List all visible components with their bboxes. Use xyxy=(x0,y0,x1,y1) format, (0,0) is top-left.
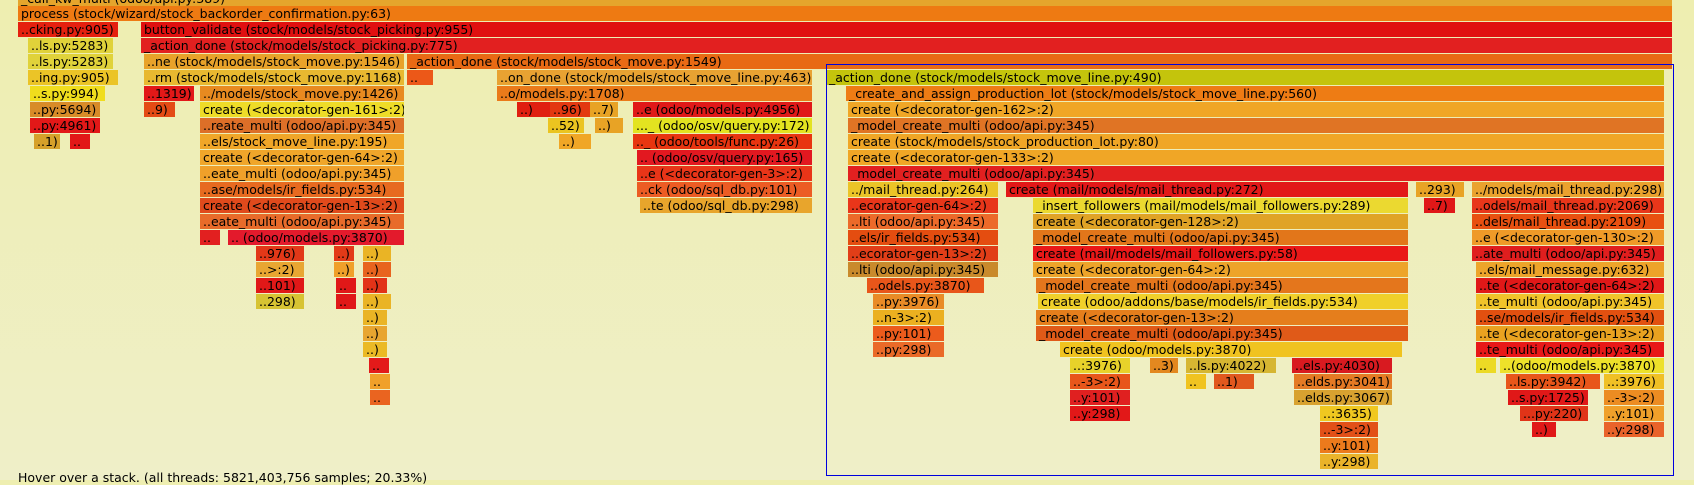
stack-frame[interactable]: .. xyxy=(70,134,90,149)
status-bar: Hover over a stack. (all threads: 5821,4… xyxy=(18,470,428,485)
stack-frame[interactable]: .. xyxy=(370,374,390,389)
stack-frame[interactable]: .. xyxy=(369,358,389,373)
stack-frame[interactable]: create (<decorator-gen-161>:2) xyxy=(200,102,404,117)
stack-frame[interactable]: ..cking.py:905) xyxy=(18,22,118,37)
stack-frame[interactable]: ..) xyxy=(363,278,387,293)
stack-frame[interactable]: create (<decorator-gen-64>:2) xyxy=(200,150,404,165)
stack-frame[interactable]: ..ing.py:905) xyxy=(28,70,118,85)
stack-frame[interactable]: ..298) xyxy=(256,294,304,309)
stack-frame[interactable]: ..101) xyxy=(256,278,304,293)
stack-frame[interactable]: ..) xyxy=(363,342,387,357)
stack-frame[interactable]: .. xyxy=(407,70,433,85)
stack-frame[interactable]: ..on_done (stock/models/stock_move_line.… xyxy=(497,70,812,85)
stack-frame[interactable]: ..) xyxy=(595,118,623,133)
stack-frame[interactable]: ..te (odoo/sql_db.py:298) xyxy=(640,198,812,213)
stack-frame[interactable]: ..) xyxy=(363,294,391,309)
stack-frame[interactable]: ..eate_multi (odoo/api.py:345) xyxy=(200,166,404,181)
stack-frame[interactable]: ..py:4961) xyxy=(30,118,100,133)
stack-frame[interactable]: ..rm (stock/models/stock_move.py:1168) xyxy=(144,70,404,85)
stack-frame[interactable]: ..976) xyxy=(256,246,304,261)
stack-frame[interactable]: ..) xyxy=(334,262,354,277)
stack-frame[interactable]: create (<decorator-gen-13>:2) xyxy=(200,198,404,213)
stack-frame[interactable]: ..) xyxy=(363,310,387,325)
stack-frame[interactable]: .. (odoo/models.py:3870) xyxy=(228,230,404,245)
stack-frame[interactable]: ..1319) xyxy=(144,86,194,101)
stack-frame[interactable]: ..ne (stock/models/stock_move.py:1546) xyxy=(144,54,404,69)
stack-frame[interactable]: ..ls.py:5283) xyxy=(28,38,113,53)
stack-frame[interactable]: _action_done (stock/models/stock_picking… xyxy=(141,38,1672,53)
stack-frame[interactable]: ..7) xyxy=(590,102,618,117)
stack-frame[interactable]: .. xyxy=(336,278,356,293)
stack-frame[interactable]: ..e (odoo/models.py:4956) xyxy=(633,102,812,117)
stack-frame[interactable]: ..py:5694) xyxy=(30,102,100,117)
stack-frame[interactable]: process (stock/wizard/stock_backorder_co… xyxy=(18,6,1672,21)
stack-frame[interactable]: .. xyxy=(370,390,390,405)
flame-graph: _call_kw_multi (odoo/api.py:389)process … xyxy=(0,0,1694,480)
stack-frame[interactable]: .. xyxy=(200,230,220,245)
stack-frame[interactable]: ..o/models.py:1708) xyxy=(497,86,812,101)
stack-frame[interactable]: ..reate_multi (odoo/api.py:345) xyxy=(200,118,404,133)
stack-frame[interactable]: ..ls.py:5283) xyxy=(28,54,113,69)
stack-frame[interactable]: ..eate_multi (odoo/api.py:345) xyxy=(200,214,404,229)
stack-frame[interactable]: ..._ (odoo/osv/query.py:172) xyxy=(633,118,812,133)
stack-frame[interactable]: ..ase/models/ir_fields.py:534) xyxy=(200,182,404,197)
stack-frame[interactable]: .._ (odoo/tools/func.py:26) xyxy=(633,134,812,149)
stack-frame[interactable]: ..1) xyxy=(34,134,60,149)
stack-frame[interactable]: ..9) xyxy=(144,102,175,117)
stack-frame[interactable]: .. (odoo/osv/query.py:165) xyxy=(637,150,812,165)
stack-frame[interactable]: button_validate (stock/models/stock_pick… xyxy=(141,22,1672,37)
stack-frame[interactable]: ..els/stock_move_line.py:195) xyxy=(200,134,404,149)
selection-box xyxy=(826,64,1674,476)
stack-frame[interactable]: ..ck (odoo/sql_db.py:101) xyxy=(637,182,812,197)
stack-frame[interactable]: ..>:2) xyxy=(256,262,304,277)
stack-frame[interactable]: ..) xyxy=(559,134,591,149)
stack-frame[interactable]: ..) xyxy=(517,102,550,117)
stack-frame[interactable]: .. xyxy=(336,294,356,309)
stack-frame[interactable]: ..) xyxy=(363,326,387,341)
stack-frame[interactable]: ..) xyxy=(363,262,391,277)
stack-frame[interactable]: ..96) xyxy=(550,102,590,117)
stack-frame[interactable]: ..) xyxy=(334,246,354,261)
stack-frame[interactable]: ..s.py:994) xyxy=(30,86,105,101)
stack-frame[interactable]: ..52) xyxy=(548,118,584,133)
stack-frame[interactable]: ..) xyxy=(363,246,391,261)
stack-frame[interactable]: ../models/stock_move.py:1426) xyxy=(200,86,404,101)
stack-frame[interactable]: ..e (<decorator-gen-3>:2) xyxy=(637,166,812,181)
